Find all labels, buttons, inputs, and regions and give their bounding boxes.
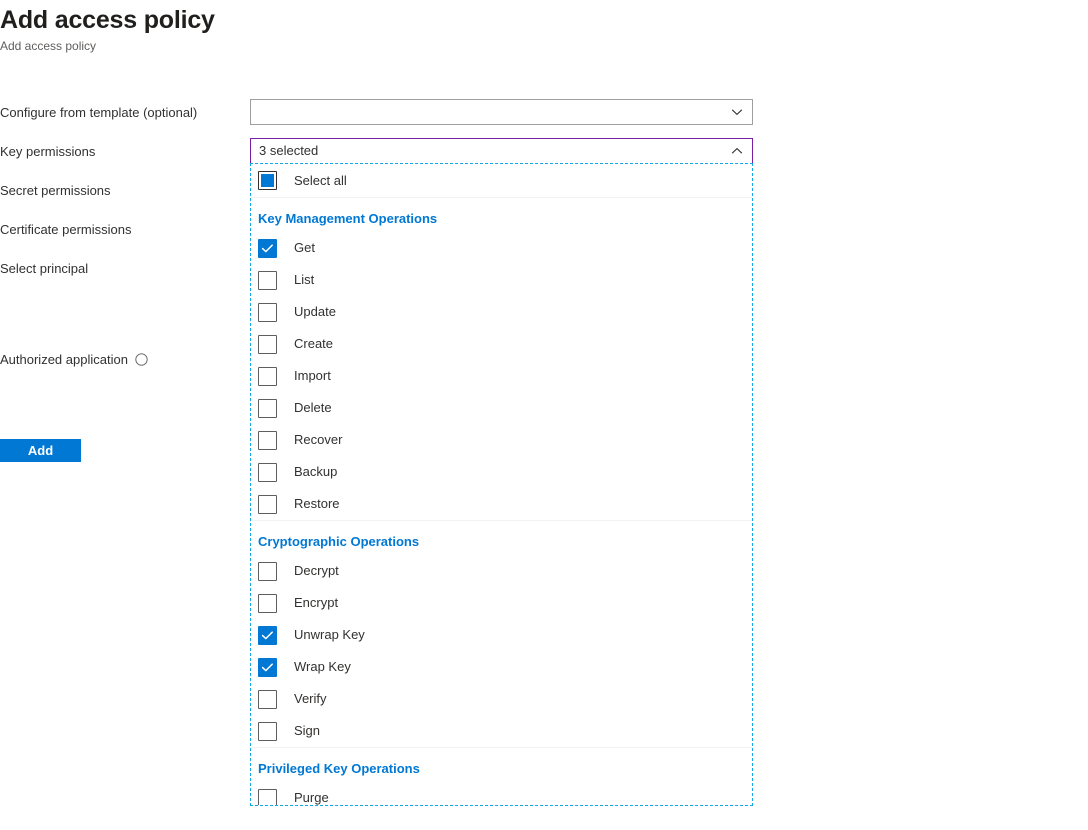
option-checkbox[interactable]: [258, 722, 277, 741]
option-row[interactable]: Recover: [251, 424, 752, 456]
option-label: Wrap Key: [294, 659, 351, 675]
label-secret-permissions: Secret permissions: [0, 183, 111, 199]
checkmark-icon: [258, 239, 277, 258]
checkbox-indeterminate-square: [261, 174, 274, 187]
option-checkbox[interactable]: [258, 399, 277, 418]
authorized-application-text: Authorized application: [0, 352, 128, 367]
option-label: Decrypt: [294, 563, 339, 579]
checkbox-box: [258, 367, 277, 386]
section-header: Cryptographic Operations: [251, 521, 752, 555]
info-icon[interactable]: [135, 353, 148, 366]
option-checkbox[interactable]: [258, 239, 277, 258]
option-label: Import: [294, 368, 331, 384]
checkbox-box: [258, 463, 277, 482]
checkbox-box: [258, 431, 277, 450]
option-label: List: [294, 272, 314, 288]
checkmark-icon: [258, 626, 277, 645]
add-button[interactable]: Add: [0, 439, 81, 462]
checkbox-box: [258, 594, 277, 613]
checkbox-box: [258, 399, 277, 418]
option-select-all[interactable]: Select all: [251, 164, 752, 197]
option-row[interactable]: Backup: [251, 456, 752, 488]
option-checkbox[interactable]: [258, 562, 277, 581]
label-key-permissions: Key permissions: [0, 144, 95, 160]
option-row[interactable]: Verify: [251, 683, 752, 715]
option-checkbox[interactable]: [258, 594, 277, 613]
option-row[interactable]: List: [251, 264, 752, 296]
option-label: Verify: [294, 691, 327, 707]
option-checkbox[interactable]: [258, 431, 277, 450]
option-label: Unwrap Key: [294, 627, 365, 643]
page-subtitle: Add access policy: [0, 38, 1088, 54]
chevron-down-icon[interactable]: [726, 101, 748, 123]
option-checkbox[interactable]: [258, 463, 277, 482]
permission-sections: Key Management Operations Get List Update Cr…: [251, 197, 752, 806]
option-label: Purge: [294, 790, 329, 806]
option-label: Delete: [294, 400, 332, 416]
option-row[interactable]: Create: [251, 328, 752, 360]
option-row[interactable]: Delete: [251, 392, 752, 424]
option-checkbox[interactable]: [258, 658, 277, 677]
checkbox-box: [258, 562, 277, 581]
checkbox-box: [258, 690, 277, 709]
label-configure-from-template: Configure from template (optional): [0, 105, 197, 121]
option-label: Get: [294, 240, 315, 256]
label-select-principal: Select principal: [0, 261, 88, 277]
checkmark-icon: [258, 658, 277, 677]
option-checkbox[interactable]: [258, 495, 277, 514]
page-header: Add access policy Add access policy: [0, 0, 1088, 54]
section-header: Privileged Key Operations: [251, 748, 752, 782]
option-row[interactable]: Get: [251, 232, 752, 264]
option-checkbox[interactable]: [258, 690, 277, 709]
option-label: Encrypt: [294, 595, 338, 611]
option-label: Backup: [294, 464, 337, 480]
option-row[interactable]: Import: [251, 360, 752, 392]
key-permissions-value: 3 selected: [259, 139, 726, 163]
option-checkbox[interactable]: [258, 271, 277, 290]
key-permissions-combobox[interactable]: 3 selected: [250, 138, 753, 164]
option-row[interactable]: Purge: [251, 782, 752, 806]
option-row[interactable]: Sign: [251, 715, 752, 747]
option-label: Select all: [294, 173, 347, 189]
option-label: Create: [294, 336, 333, 352]
option-checkbox[interactable]: [258, 303, 277, 322]
chevron-up-icon[interactable]: [726, 140, 748, 162]
option-row[interactable]: Update: [251, 296, 752, 328]
option-label: Recover: [294, 432, 342, 448]
option-label: Sign: [294, 723, 320, 739]
label-certificate-permissions: Certificate permissions: [0, 222, 132, 238]
checkbox-box: [258, 495, 277, 514]
option-label: Update: [294, 304, 336, 320]
select-all-checkbox[interactable]: [258, 171, 277, 190]
option-checkbox[interactable]: [258, 367, 277, 386]
option-checkbox[interactable]: [258, 789, 277, 807]
option-row[interactable]: Encrypt: [251, 587, 752, 619]
checkbox-box: [258, 335, 277, 354]
option-checkbox[interactable]: [258, 626, 277, 645]
checkbox-box: [258, 722, 277, 741]
checkbox-box: [258, 271, 277, 290]
option-row[interactable]: Unwrap Key: [251, 619, 752, 651]
key-permissions-dropdown-panel[interactable]: Select all Key Management Operations Get L…: [250, 163, 753, 806]
option-checkbox[interactable]: [258, 335, 277, 354]
configure-from-template-combobox[interactable]: [250, 99, 753, 125]
option-row[interactable]: Decrypt: [251, 555, 752, 587]
option-label: Restore: [294, 496, 340, 512]
label-authorized-application: Authorized application: [0, 352, 148, 368]
checkbox-box: [258, 303, 277, 322]
page-title: Add access policy: [0, 5, 1088, 35]
checkbox-box: [258, 789, 277, 807]
option-row[interactable]: Restore: [251, 488, 752, 520]
section-header: Key Management Operations: [251, 198, 752, 232]
option-row[interactable]: Wrap Key: [251, 651, 752, 683]
